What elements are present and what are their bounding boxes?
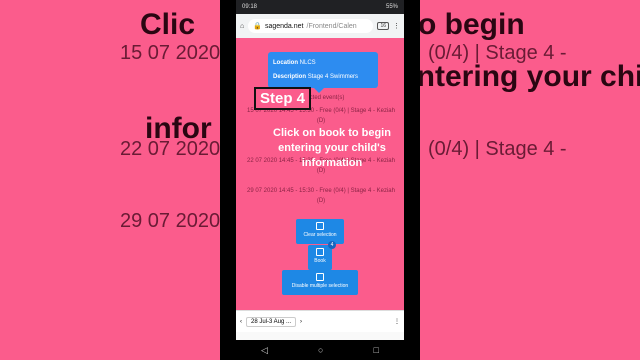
recents-icon[interactable]: □ <box>374 345 379 355</box>
disable-multiple-selection-button[interactable]: Disable multiple selection <box>282 270 358 295</box>
phone-screen: 09:18 55% ⌂ 🔒 sagenda.net/Frontend/Calen… <box>236 0 404 360</box>
bg-heading-left: Clic <box>140 8 196 41</box>
book-button[interactable]: Book 4 <box>308 241 336 270</box>
bg-row2-right: (0/4) | Stage 4 - <box>428 138 567 160</box>
background-left-panel: Clic 15 07 2020 infor 22 07 2020 29 07 2… <box>0 0 220 360</box>
home-button-icon[interactable]: ○ <box>318 345 323 355</box>
clear-selection-button[interactable]: Clear selection <box>296 219 344 244</box>
step-label: Step 4 <box>254 87 312 110</box>
location-value: NLCS <box>299 60 316 66</box>
back-icon[interactable]: ◁ <box>261 345 268 356</box>
menu-dots-icon[interactable]: ⋮ <box>393 22 400 30</box>
book-count-badge: 4 <box>328 241 336 249</box>
options-dots-icon[interactable]: ⋮ <box>394 318 400 325</box>
status-time: 09:18 <box>242 4 258 10</box>
location-label: Location <box>273 60 298 66</box>
next-week-icon[interactable]: › <box>300 319 302 325</box>
disable-multiple-selection-label: Disable multiple selection <box>291 283 349 289</box>
bg-heading-right: to begin <box>420 8 525 41</box>
url-path: /Frontend/Calen <box>306 22 357 30</box>
browser-toolbar: ⌂ 🔒 sagenda.net/Frontend/Calen 16 ⋮ <box>236 14 404 38</box>
calendar-check-icon <box>316 248 324 256</box>
event-tooltip: Location NLCS Description Stage 4 Swimme… <box>268 52 378 93</box>
lock-icon: 🔒 <box>253 23 262 30</box>
home-icon[interactable]: ⌂ <box>240 23 244 30</box>
calendar-icon <box>316 273 324 281</box>
background-right-panel: to begin (0/4) | Stage 4 - entering your… <box>420 0 640 360</box>
book-label: Book <box>314 258 326 264</box>
url-domain: sagenda.net <box>264 22 304 30</box>
calendar-icon <box>316 222 324 230</box>
calendar-content: Location NLCS Description Stage 4 Swimme… <box>236 38 404 310</box>
date-range-select[interactable]: 28 Jul-3 Aug ... <box>246 316 297 327</box>
bg-line2-right: entering your child's <box>420 60 640 93</box>
bg-row1-left: 15 07 2020 <box>120 42 220 64</box>
android-nav-bar: ◁ ○ □ <box>236 340 404 360</box>
bg-row2-left: 22 07 2020 <box>120 138 220 160</box>
description-label: Description <box>273 74 307 80</box>
status-bar: 09:18 55% <box>236 0 404 14</box>
tab-count-button[interactable]: 16 <box>377 22 389 30</box>
calendar-nav-bar: ‹ 28 Jul-3 Aug ... › ⋮ <box>236 310 404 332</box>
bg-row3-left: 29 07 2020 <box>120 210 220 232</box>
address-bar[interactable]: 🔒 sagenda.net/Frontend/Calen <box>248 19 374 33</box>
instruction-text: Click on book to begin entering your chi… <box>273 127 391 169</box>
prev-week-icon[interactable]: ‹ <box>240 319 242 325</box>
clear-selection-label: Clear selection <box>303 232 337 238</box>
status-battery: 55% <box>385 4 398 10</box>
event-item[interactable]: 29 07 2020 14:45 - 15:30 - Free (0/4) | … <box>246 186 396 206</box>
description-value: Stage 4 Swimmers <box>307 74 359 80</box>
